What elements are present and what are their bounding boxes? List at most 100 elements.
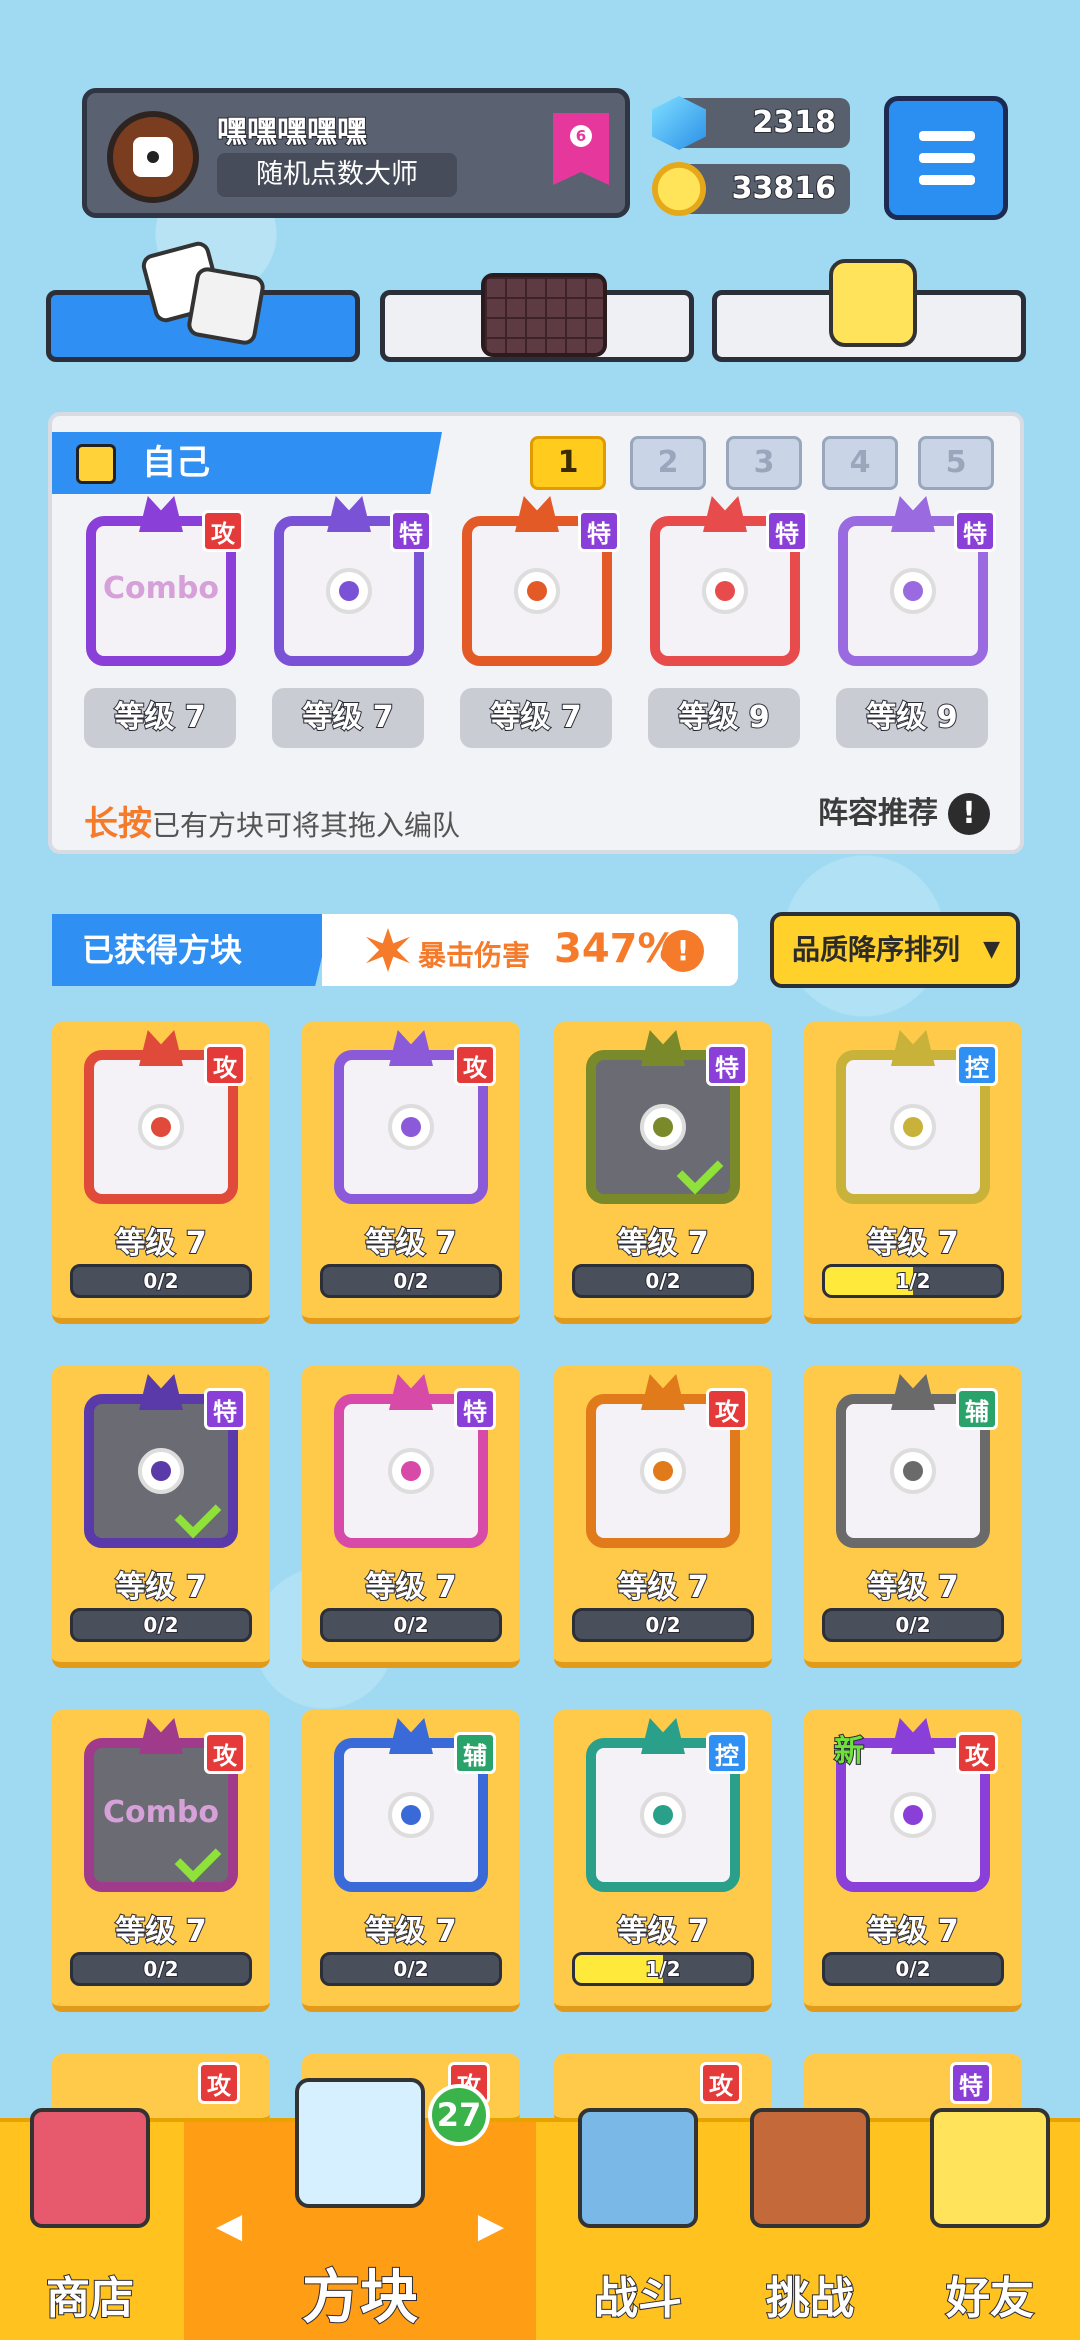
owned-dice-card[interactable]: 控等级 7 1/2 [804, 1022, 1022, 1324]
dice-core-icon [640, 1792, 686, 1838]
deck-slot-5[interactable]: 特 [838, 496, 996, 666]
progress-text: 1/2 [894, 1268, 931, 1294]
horn-icon [641, 1030, 685, 1066]
owned-dice-card[interactable]: 特等级 7 0/2 [302, 1366, 520, 1668]
deck-title-label: 自己 [142, 443, 210, 483]
tab-board[interactable] [380, 273, 694, 362]
owned-dice-card[interactable]: 攻等级 7 0/2 [52, 1022, 270, 1324]
check-icon [174, 1491, 222, 1539]
dice-level-label: 等级 7 [114, 1225, 207, 1262]
dice-level-label: 等级 7 [616, 1225, 709, 1262]
deck-slot-4[interactable]: 特 [650, 496, 808, 666]
crit-damage-box[interactable]: 暴击伤害 347% ! [322, 914, 738, 986]
dice-type-badge: 辅 [454, 1732, 496, 1774]
progress-text: 0/2 [392, 1612, 429, 1638]
dice-level-label: 等级 7 [364, 1225, 457, 1262]
lineup-recommend-button[interactable]: 阵容推荐! [818, 788, 990, 835]
owned-dice-card[interactable]: 攻新等级 7 0/2 [804, 1710, 1022, 2012]
coin-value: 33816 [731, 170, 837, 207]
progress-text: 0/2 [392, 1268, 429, 1294]
owned-dice-card[interactable]: 辅等级 7 0/2 [804, 1366, 1022, 1668]
sort-dropdown[interactable]: 品质降序排列 [770, 912, 1020, 988]
hint-text: 已有方块可将其拖入编队 [152, 809, 461, 842]
check-icon [174, 1835, 222, 1883]
horn-icon [641, 1718, 685, 1754]
dice-core-icon [514, 568, 560, 614]
horn-icon [891, 1718, 935, 1754]
dice-core-icon [388, 1104, 434, 1150]
deck-slot-1[interactable]: Combo 攻 [86, 496, 244, 666]
dice-type-badge: 攻 [454, 1044, 496, 1086]
dice-type-badge: 攻 [700, 2062, 742, 2104]
deck-page-2[interactable]: 2 [630, 436, 706, 490]
dice-type-badge: 特 [950, 2062, 992, 2104]
nav-label: 商店 [45, 2272, 135, 2325]
nav-friends[interactable]: 好友 [900, 2108, 1080, 2340]
deck-level-label: 等级 7 [272, 688, 424, 748]
deck-slot-2[interactable]: 特 [274, 496, 432, 666]
horn-icon [515, 496, 559, 532]
dice-icon [133, 137, 173, 177]
deck-page-1[interactable]: 1 [530, 436, 606, 490]
dice-art-wrap: 辅 [334, 1718, 496, 1892]
owned-dice-card[interactable]: 攻等级 7 0/2 [302, 1022, 520, 1324]
chevron-left-icon[interactable]: ◀ [216, 2206, 242, 2246]
check-icon [676, 1147, 724, 1195]
owned-title: 已获得方块 [52, 914, 332, 986]
menu-button[interactable] [884, 96, 1008, 220]
crit-label: 暴击伤害 [418, 939, 531, 972]
horn-icon [389, 1718, 433, 1754]
dice-core-icon [702, 568, 748, 614]
dice-core-icon [640, 1104, 686, 1150]
nav-challenge[interactable]: 挑战 [720, 2108, 900, 2340]
dice-type-badge: 攻 [198, 2062, 240, 2104]
crit-value: 347% [554, 926, 678, 972]
dice-level-label: 等级 7 [866, 1569, 959, 1606]
nav-dice[interactable]: 27 ◀ ▶ 方块 [184, 2078, 536, 2340]
tab-dice[interactable] [46, 239, 360, 362]
gem-counter[interactable]: 2318 [652, 96, 850, 150]
deck-slot-3[interactable]: 特 [462, 496, 620, 666]
owned-dice-card[interactable]: 辅等级 7 0/2 [302, 1710, 520, 2012]
deck-page-4[interactable]: 4 [822, 436, 898, 490]
progress-text: 0/2 [142, 1956, 179, 1982]
deck-title[interactable]: 自己 [52, 432, 442, 494]
dice-art-wrap: 辅 [836, 1374, 998, 1548]
progress-text: 1/2 [644, 1956, 681, 1982]
owned-dice-card[interactable]: 控等级 7 1/2 [554, 1710, 772, 2012]
nav-shop[interactable]: 商店 [0, 2108, 180, 2340]
dice-type-badge: 控 [706, 1732, 748, 1774]
nav-battle[interactable]: 战斗 [548, 2108, 728, 2340]
dice-art-wrap: 特 [84, 1374, 246, 1548]
upgrade-progress-bar: 0/2 [320, 1608, 502, 1642]
profile-card[interactable]: 嘿嘿嘿嘿嘿 随机点数大师 6 [82, 88, 630, 218]
dice-level-label: 等级 7 [114, 1913, 207, 1950]
dice-type-badge: 控 [956, 1044, 998, 1086]
rank-number: 6 [570, 125, 592, 147]
deck-page-5[interactable]: 5 [918, 436, 994, 490]
dice-art-wrap: 攻新 [833, 1718, 998, 1892]
upgrade-progress-bar: 0/2 [572, 1264, 754, 1298]
progress-text: 0/2 [894, 1956, 931, 1982]
dice-type-badge: 攻 [204, 1044, 246, 1086]
deck-page-3[interactable]: 3 [726, 436, 802, 490]
horn-icon [327, 496, 371, 532]
owned-dice-card[interactable]: 特等级 7 0/2 [554, 1022, 772, 1324]
horn-icon [703, 496, 747, 532]
dice-word: Combo [103, 1795, 219, 1830]
owned-dice-card[interactable]: 攻等级 7 0/2 [554, 1366, 772, 1668]
progress-text: 0/2 [142, 1268, 179, 1294]
dice-level-label: 等级 7 [616, 1569, 709, 1606]
dice-level-label: 等级 7 [364, 1913, 457, 1950]
dice-art-wrap: 特 [334, 1374, 496, 1548]
horn-icon [891, 1374, 935, 1410]
coin-counter[interactable]: 33816 [652, 162, 850, 216]
owned-dice-card[interactable]: 特等级 7 0/2 [52, 1366, 270, 1668]
tab-emote[interactable] [712, 259, 1026, 362]
owned-dice-card[interactable]: Combo 攻等级 7 0/2 [52, 1710, 270, 2012]
chevron-right-icon[interactable]: ▶ [478, 2206, 504, 2246]
progress-text: 0/2 [894, 1612, 931, 1638]
dice-core-icon [388, 1792, 434, 1838]
horn-icon [389, 1374, 433, 1410]
dice-level-label: 等级 7 [364, 1569, 457, 1606]
